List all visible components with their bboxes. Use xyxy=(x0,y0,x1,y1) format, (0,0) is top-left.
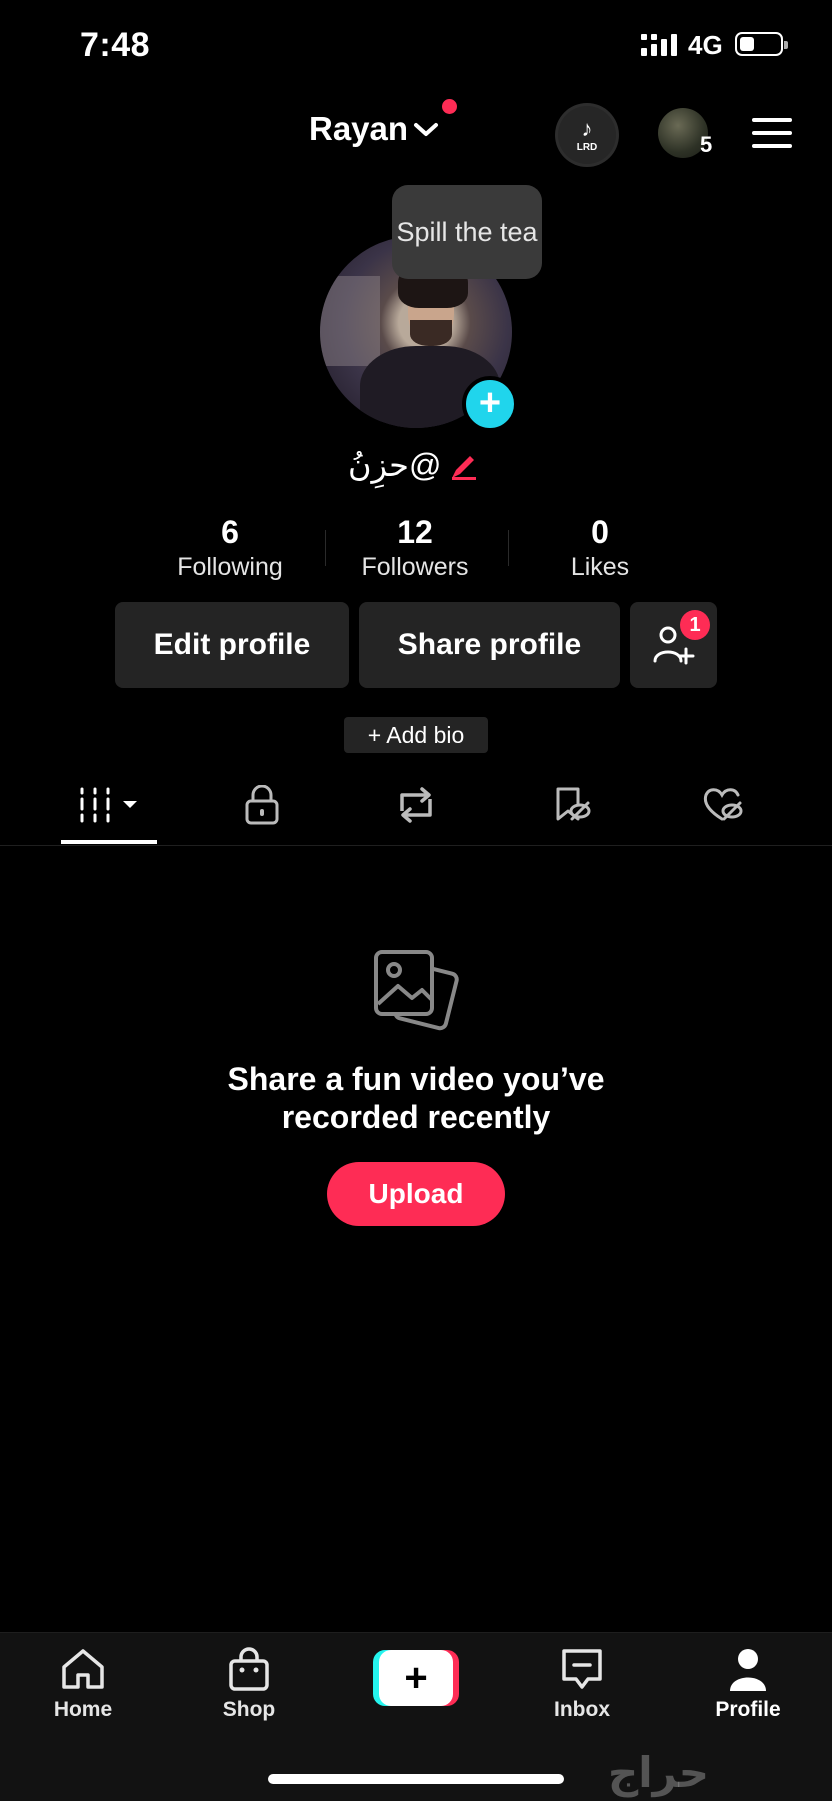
battery-icon xyxy=(735,32,788,56)
profile-handle: @حزِنُ xyxy=(348,447,442,483)
nav-inbox[interactable]: Inbox xyxy=(532,1646,632,1722)
empty-state-line: Share a fun video you’ve xyxy=(227,1061,605,1097)
photo-stack-icon xyxy=(374,950,459,1031)
tabs-divider xyxy=(0,845,832,846)
stat-divider xyxy=(508,530,509,566)
shopping-bag-icon xyxy=(229,1647,269,1691)
home-indicator xyxy=(268,1774,564,1784)
create-button[interactable]: + xyxy=(373,1650,459,1706)
nav-shop[interactable]: Shop xyxy=(199,1646,299,1722)
stat-label: Followers xyxy=(361,553,469,581)
active-tab-indicator xyxy=(61,840,157,844)
tiktok-note-icon: ♪ xyxy=(581,115,593,141)
lock-icon xyxy=(245,785,279,825)
nav-label: Home xyxy=(53,1698,113,1721)
grid-icon xyxy=(80,787,137,823)
nav-label: Inbox xyxy=(554,1698,610,1721)
status-time: 7:48 xyxy=(80,26,151,64)
add-bio-button[interactable]: + Add bio xyxy=(344,717,488,753)
empty-state-line: recorded recently xyxy=(281,1099,551,1135)
stat-label: Following xyxy=(177,553,283,581)
tab-private[interactable] xyxy=(232,780,292,830)
empty-state-message: Share a fun video you’ve recorded recent… xyxy=(166,1060,666,1136)
stat-value: 6 xyxy=(221,514,239,550)
upload-button[interactable]: Upload xyxy=(327,1162,505,1226)
home-icon xyxy=(62,1649,104,1689)
tab-favorites[interactable] xyxy=(542,780,602,830)
stat-likes[interactable]: 0 Likes xyxy=(510,512,690,582)
nav-label: Shop xyxy=(222,1698,276,1721)
add-friends-badge: 1 xyxy=(680,610,710,640)
heart-hidden-icon xyxy=(703,788,743,821)
tab-liked[interactable] xyxy=(694,780,754,830)
add-story-button[interactable]: + xyxy=(462,376,518,432)
tab-reposts[interactable] xyxy=(386,780,446,830)
nav-home[interactable]: Home xyxy=(33,1646,133,1722)
edit-profile-button[interactable]: Edit profile xyxy=(115,602,349,688)
watermark-logo: حراج xyxy=(608,1749,710,1796)
profile-icon xyxy=(730,1649,766,1691)
bookmark-hidden-icon xyxy=(556,787,591,821)
lrd-label: LRD xyxy=(576,141,598,153)
nav-profile[interactable]: Profile xyxy=(698,1646,798,1722)
stat-value: 12 xyxy=(397,514,433,550)
stat-label: Likes xyxy=(570,553,630,581)
menu-icon[interactable] xyxy=(752,118,792,148)
plus-icon: + xyxy=(379,1650,453,1706)
share-profile-button[interactable]: Share profile xyxy=(359,602,620,688)
stat-value: 0 xyxy=(591,514,609,550)
network-label: 4G xyxy=(688,30,723,60)
signal-icon xyxy=(641,34,677,56)
chevron-down-icon[interactable] xyxy=(413,122,439,138)
tab-videos[interactable] xyxy=(78,780,144,830)
edit-pencil-icon[interactable] xyxy=(448,452,478,482)
stat-following[interactable]: 6 Following xyxy=(140,512,320,582)
inbox-icon xyxy=(562,1649,602,1689)
notification-dot xyxy=(442,99,457,114)
friends-count: 5 xyxy=(700,132,713,157)
repost-icon xyxy=(400,787,432,823)
account-switcher[interactable]: Rayan xyxy=(309,110,408,148)
nav-label: Profile xyxy=(715,1698,781,1721)
stat-followers[interactable]: 12 Followers xyxy=(325,512,505,582)
tooltip-bubble[interactable]: Spill the tea xyxy=(392,185,542,279)
lrd-button[interactable]: ♪ LRD xyxy=(558,106,616,164)
plus-icon: + xyxy=(478,381,502,424)
